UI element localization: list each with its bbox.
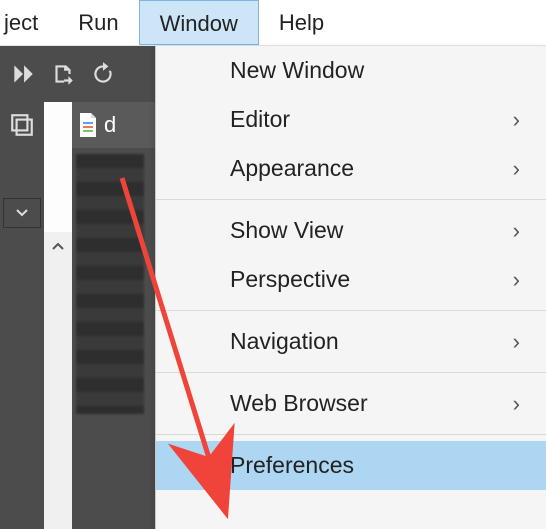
menu-item-label: Preferences xyxy=(230,454,354,477)
file-icon xyxy=(78,113,98,137)
menu-item-preferences[interactable]: Preferences xyxy=(156,441,546,490)
menu-item-navigation[interactable]: Navigation › xyxy=(156,317,546,366)
window-menu: New Window Editor › Appearance › Show Vi… xyxy=(155,46,546,529)
menu-item-new-window[interactable]: New Window xyxy=(156,46,546,95)
chevron-right-icon: › xyxy=(513,158,520,180)
menu-separator xyxy=(156,310,546,311)
chevron-right-icon: › xyxy=(513,393,520,415)
menu-item-web-browser[interactable]: Web Browser › xyxy=(156,379,546,428)
chevron-right-icon: › xyxy=(513,331,520,353)
menu-separator xyxy=(156,199,546,200)
menu-item-label: Show View xyxy=(230,219,343,242)
menu-item-label: Web Browser xyxy=(230,392,368,415)
menu-separator xyxy=(156,434,546,435)
menu-item-label: Navigation xyxy=(230,330,339,353)
sidebar-dropdown[interactable] xyxy=(3,198,41,228)
code-content xyxy=(76,154,144,414)
refresh-icon[interactable] xyxy=(90,61,116,87)
layers-icon[interactable] xyxy=(9,112,35,138)
toolbar xyxy=(0,46,155,102)
menu-project[interactable]: ject xyxy=(0,0,58,45)
chevron-right-icon: › xyxy=(513,220,520,242)
chevron-right-icon: › xyxy=(513,269,520,291)
skip-icon[interactable] xyxy=(10,61,36,87)
editor-area: d xyxy=(72,102,155,529)
menu-separator xyxy=(156,372,546,373)
menu-item-label: Appearance xyxy=(230,157,354,180)
scroll-up-button[interactable] xyxy=(44,232,72,260)
menu-help[interactable]: Help xyxy=(259,0,344,45)
chevron-up-icon xyxy=(52,242,64,250)
menubar: ject Run Window Help xyxy=(0,0,546,46)
workspace: d New Window Editor › Appearance › Show … xyxy=(0,46,546,529)
scrollbar[interactable] xyxy=(44,232,72,529)
chevron-right-icon: › xyxy=(513,109,520,131)
sidebar xyxy=(0,102,44,529)
menu-item-label: New Window xyxy=(230,59,364,82)
menu-item-editor[interactable]: Editor › xyxy=(156,95,546,144)
import-icon[interactable] xyxy=(50,61,76,87)
menu-item-show-view[interactable]: Show View › xyxy=(156,206,546,255)
menu-run[interactable]: Run xyxy=(58,0,138,45)
tab-label: d xyxy=(104,112,116,138)
menu-window[interactable]: Window xyxy=(139,0,259,45)
menu-item-label: Editor xyxy=(230,108,290,131)
chevron-down-icon xyxy=(16,209,28,217)
menu-item-label: Perspective xyxy=(230,268,350,291)
menu-item-perspective[interactable]: Perspective › xyxy=(156,255,546,304)
menu-item-appearance[interactable]: Appearance › xyxy=(156,144,546,193)
editor-tab[interactable]: d xyxy=(72,102,155,148)
